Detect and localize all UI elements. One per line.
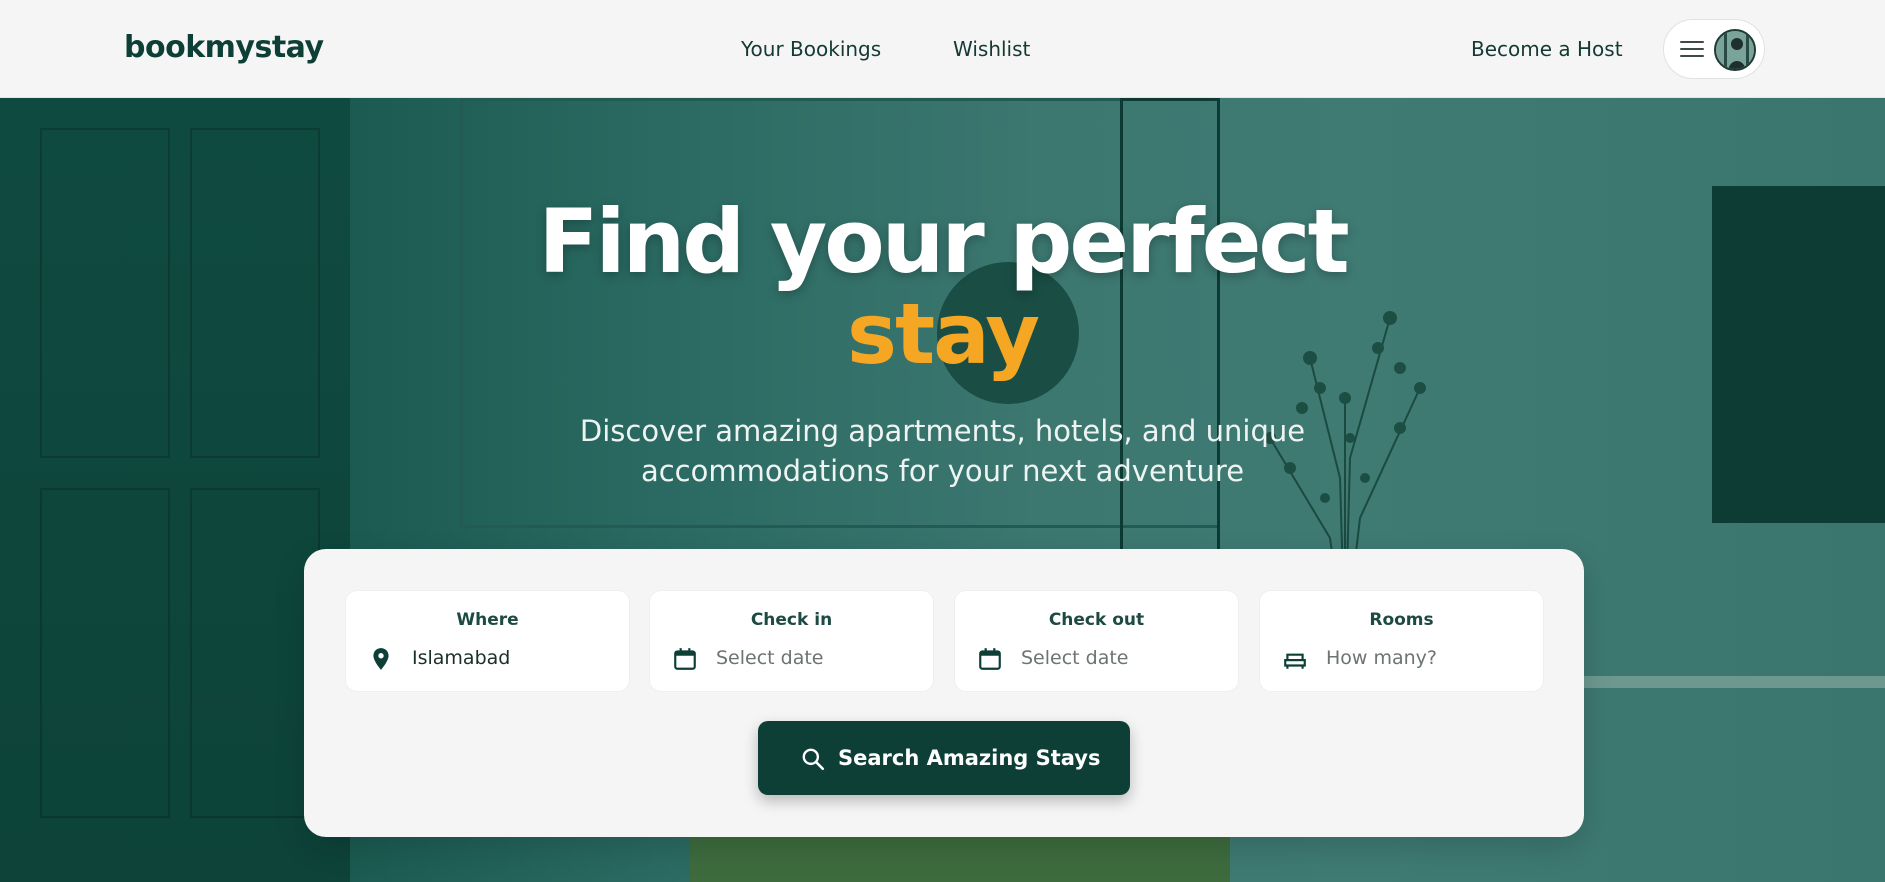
top-navbar: bookmystay Your Bookings Wishlist Become…: [0, 0, 1885, 98]
where-label: Where: [456, 610, 519, 630]
checkout-label: Check out: [1048, 610, 1145, 630]
hero-subtitle-line-2: accommodations for your next adventure: [640, 454, 1245, 488]
user-menu-button[interactable]: [1663, 19, 1765, 79]
hero-subtitle-line-1: Discover amazing apartments, hotels, and…: [579, 414, 1306, 448]
hero-title-accent: stay: [846, 285, 1040, 383]
where-input[interactable]: Islamabad: [412, 647, 510, 669]
search-button-label: Search Amazing Stays: [838, 746, 1101, 770]
search-card: Where Islamabad Check in Select date Che…: [304, 549, 1584, 837]
nav-your-bookings[interactable]: Your Bookings: [741, 37, 881, 61]
checkout-field[interactable]: Check out Select date: [954, 590, 1239, 692]
rooms-label: Rooms: [1369, 610, 1434, 630]
hamburger-menu-icon: [1680, 41, 1704, 59]
calendar-icon: [674, 648, 696, 670]
checkin-field[interactable]: Check in Select date: [649, 590, 934, 692]
checkin-input[interactable]: Select date: [716, 647, 824, 669]
avatar: [1714, 29, 1756, 71]
brand-logo[interactable]: bookmystay: [124, 30, 324, 65]
search-button[interactable]: Search Amazing Stays: [758, 721, 1130, 795]
search-icon: [802, 748, 825, 771]
calendar-icon: [979, 648, 1001, 670]
hero-title: Find your perfect: [538, 190, 1349, 293]
nav-become-host[interactable]: Become a Host: [1471, 37, 1623, 61]
location-pin-icon: [373, 648, 389, 670]
checkout-input[interactable]: Select date: [1021, 647, 1129, 669]
nav-wishlist[interactable]: Wishlist: [953, 37, 1030, 61]
bed-icon: [1284, 653, 1306, 669]
rooms-input[interactable]: How many?: [1326, 647, 1437, 669]
rooms-field[interactable]: Rooms How many?: [1259, 590, 1544, 692]
hero-subtitle: Discover amazing apartments, hotels, and…: [0, 411, 1885, 491]
checkin-label: Check in: [750, 610, 833, 630]
where-field[interactable]: Where Islamabad: [345, 590, 630, 692]
